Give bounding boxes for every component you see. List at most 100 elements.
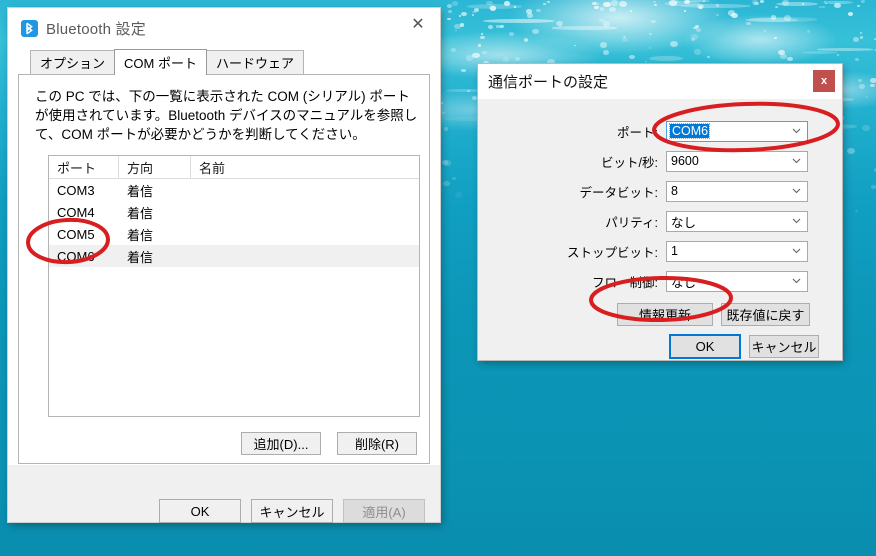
bubble bbox=[870, 83, 875, 88]
field-stop-bits: ストップビット: 1 bbox=[478, 239, 842, 263]
port-settings-dialog: 通信ポートの設定 x ポート: COM6 ビット/秒: 9600 データビット:… bbox=[478, 64, 842, 360]
bubble bbox=[454, 29, 457, 32]
cell-port: COM3 bbox=[57, 182, 95, 198]
field-flow-control: フロー制御: なし bbox=[478, 269, 842, 293]
refresh-button[interactable]: 情報更新 bbox=[617, 303, 713, 326]
ok-button[interactable]: OK bbox=[669, 334, 741, 359]
cell-direction: 着信 bbox=[127, 249, 154, 265]
bluetooth-window-title: Bluetooth 設定 bbox=[46, 20, 146, 38]
bubble bbox=[599, 7, 605, 11]
field-port: ポート: COM6 bbox=[478, 119, 842, 143]
bubble bbox=[559, 25, 562, 27]
field-label-data-bits: データビット: bbox=[579, 185, 658, 200]
cell-port: COM4 bbox=[57, 204, 95, 220]
water-streak bbox=[745, 18, 798, 23]
column-header-name[interactable]: 名前 bbox=[191, 156, 419, 178]
bubble bbox=[592, 1, 598, 6]
table-row-selected[interactable]: COM6 着信 bbox=[49, 245, 419, 267]
bubble bbox=[821, 6, 825, 9]
close-icon[interactable]: x bbox=[813, 70, 835, 92]
bubble bbox=[825, 2, 828, 4]
bluetooth-icon bbox=[21, 19, 38, 37]
bubble bbox=[472, 10, 476, 14]
cell-port: COM6 bbox=[57, 248, 95, 264]
bits-per-second-combobox[interactable]: 9600 bbox=[666, 150, 808, 172]
bubble bbox=[669, 0, 677, 6]
bubble bbox=[715, 13, 719, 17]
bubble bbox=[532, 28, 540, 35]
bubble bbox=[526, 13, 533, 18]
cancel-button[interactable]: キャンセル bbox=[749, 335, 819, 358]
bluetooth-settings-window: Bluetooth 設定 ✕ オプション COM ポート ハードウェア この P… bbox=[8, 8, 440, 523]
data-bits-combobox[interactable]: 8 bbox=[666, 180, 808, 202]
chevron-down-icon bbox=[792, 276, 801, 285]
bubble bbox=[731, 12, 738, 18]
parity-value: なし bbox=[671, 215, 697, 230]
chevron-down-icon bbox=[792, 186, 801, 195]
bubble bbox=[499, 24, 504, 29]
bubble bbox=[860, 0, 865, 4]
field-label-flow-control: フロー制御: bbox=[592, 275, 658, 290]
field-bits-per-second: ビット/秒: 9600 bbox=[478, 149, 842, 173]
bubble bbox=[610, 0, 618, 6]
bubble bbox=[503, 1, 510, 6]
com-port-list[interactable]: ポート 方向 名前 COM3 着信 COM4 着信 COM5 着信 COM6 着… bbox=[48, 155, 420, 417]
bubble bbox=[442, 112, 445, 115]
water-streak bbox=[483, 19, 555, 24]
bubble bbox=[471, 96, 477, 101]
close-icon[interactable]: ✕ bbox=[396, 8, 440, 42]
tab-com-port[interactable]: COM ポート bbox=[114, 49, 207, 75]
port-combobox[interactable]: COM6 bbox=[666, 120, 808, 142]
remove-button[interactable]: 削除(R) bbox=[337, 432, 417, 455]
bubble bbox=[629, 10, 632, 12]
bubble bbox=[727, 9, 736, 16]
bubble bbox=[674, 0, 679, 4]
bubble bbox=[472, 53, 480, 59]
restore-defaults-button[interactable]: 既存値に戻す bbox=[721, 303, 810, 326]
bubble bbox=[482, 50, 488, 55]
bubble bbox=[870, 185, 876, 190]
column-header-port[interactable]: ポート bbox=[49, 156, 119, 178]
ok-button[interactable]: OK bbox=[159, 499, 241, 523]
column-header-direction[interactable]: 方向 bbox=[119, 156, 191, 178]
bubble bbox=[599, 42, 608, 48]
bubble bbox=[696, 4, 704, 10]
bubble bbox=[459, 15, 462, 17]
stop-bits-combobox[interactable]: 1 bbox=[666, 240, 808, 262]
bubble bbox=[870, 77, 876, 83]
table-row[interactable]: COM5 着信 bbox=[49, 223, 419, 245]
bubble bbox=[855, 58, 860, 62]
bubble bbox=[847, 148, 856, 154]
table-row[interactable]: COM3 着信 bbox=[49, 179, 419, 201]
flow-control-combobox[interactable]: なし bbox=[666, 270, 808, 292]
apply-button: 適用(A) bbox=[343, 499, 425, 523]
bubble bbox=[453, 24, 461, 30]
water-streak bbox=[801, 50, 839, 55]
bubble bbox=[836, 54, 840, 57]
cell-port: COM5 bbox=[57, 226, 95, 242]
cell-direction: 着信 bbox=[127, 227, 154, 243]
tab-hardware[interactable]: ハードウェア bbox=[205, 50, 304, 74]
port-dialog-body: ポート: COM6 ビット/秒: 9600 データビット: 8 パリティ: なし… bbox=[478, 99, 842, 360]
bubble bbox=[780, 53, 788, 59]
bubble bbox=[442, 180, 451, 187]
bubble bbox=[824, 0, 827, 3]
bubble bbox=[864, 95, 869, 99]
bubble bbox=[471, 14, 475, 17]
parity-combobox[interactable]: なし bbox=[666, 210, 808, 232]
bubble bbox=[473, 7, 480, 13]
bubble bbox=[852, 37, 859, 42]
bubble bbox=[623, 36, 627, 39]
add-button[interactable]: 追加(D)... bbox=[241, 432, 321, 455]
table-row[interactable]: COM4 着信 bbox=[49, 201, 419, 223]
bubble bbox=[691, 38, 695, 41]
bubble bbox=[441, 159, 449, 165]
bubble bbox=[650, 19, 656, 24]
bubble bbox=[683, 0, 690, 5]
cancel-button[interactable]: キャンセル bbox=[251, 499, 333, 523]
tab-options[interactable]: オプション bbox=[30, 50, 116, 74]
bubble bbox=[649, 47, 652, 49]
bubble bbox=[770, 15, 777, 20]
cell-direction: 着信 bbox=[127, 183, 154, 199]
bubble bbox=[488, 5, 497, 11]
